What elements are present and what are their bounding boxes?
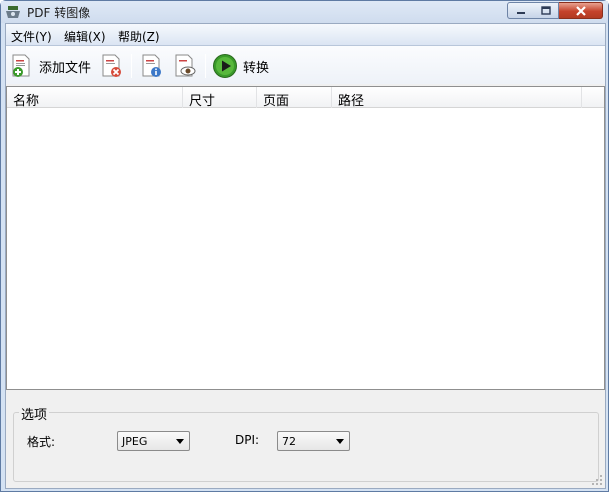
convert-button[interactable]: 转换: [212, 53, 269, 79]
file-list-header: 名称 尺寸 页面 路径: [7, 87, 604, 109]
app-window: PDF 转图像 文件(Y) 编辑(X) 帮助(Z) 添加文件 转换 名称 尺寸 …: [0, 0, 609, 492]
dpi-label: DPI:: [235, 433, 260, 447]
menu-file[interactable]: 文件(Y): [11, 28, 52, 45]
toolbar-separator: [205, 54, 206, 78]
title-bar[interactable]: PDF 转图像: [1, 1, 608, 23]
options-group: 选项 格式: JPEG DPI: 72: [13, 404, 599, 482]
client-area: 文件(Y) 编辑(X) 帮助(Z) 添加文件 转换 名称 尺寸 页面 路径 选项…: [5, 23, 606, 489]
maximize-icon: [540, 6, 551, 15]
menu-help[interactable]: 帮助(Z): [118, 28, 160, 45]
minimize-icon: [516, 11, 525, 14]
dpi-select-value: 72: [282, 435, 296, 448]
add-file-button[interactable]: 添加文件: [10, 53, 91, 79]
options-group-title: 选项: [19, 404, 50, 423]
toolbar: 添加文件 转换: [6, 46, 605, 84]
convert-label: 转换: [243, 60, 270, 76]
window-title: PDF 转图像: [27, 6, 91, 20]
dpi-select[interactable]: 72: [277, 431, 350, 451]
column-header-size[interactable]: 尺寸: [183, 87, 257, 109]
file-info-button[interactable]: [140, 53, 164, 79]
resize-grip-icon[interactable]: [591, 474, 603, 486]
minimize-button[interactable]: [507, 2, 534, 19]
format-select-value: JPEG: [122, 435, 148, 448]
format-select[interactable]: JPEG: [117, 431, 190, 451]
remove-file-icon: [102, 54, 121, 77]
add-file-icon: [12, 54, 30, 77]
close-button[interactable]: [559, 2, 603, 19]
preview-button[interactable]: [173, 53, 197, 79]
info-icon: [142, 54, 161, 77]
column-header-path[interactable]: 路径: [332, 87, 582, 109]
toolbar-separator: [131, 54, 132, 78]
preview-icon: [175, 54, 196, 77]
column-header-pages[interactable]: 页面: [257, 87, 332, 109]
menu-bar: 文件(Y) 编辑(X) 帮助(Z): [6, 24, 605, 46]
play-icon: [213, 54, 237, 78]
format-label: 格式:: [27, 435, 56, 449]
menu-edit[interactable]: 编辑(X): [64, 28, 106, 45]
add-file-label: 添加文件: [39, 60, 92, 76]
chevron-down-icon: [336, 439, 344, 444]
close-icon: [575, 5, 586, 16]
app-icon: [6, 6, 20, 18]
chevron-down-icon: [176, 439, 184, 444]
remove-file-button[interactable]: [100, 53, 124, 79]
file-list[interactable]: 名称 尺寸 页面 路径: [6, 86, 605, 390]
column-header-name[interactable]: 名称: [7, 87, 183, 109]
maximize-button[interactable]: [533, 2, 559, 19]
